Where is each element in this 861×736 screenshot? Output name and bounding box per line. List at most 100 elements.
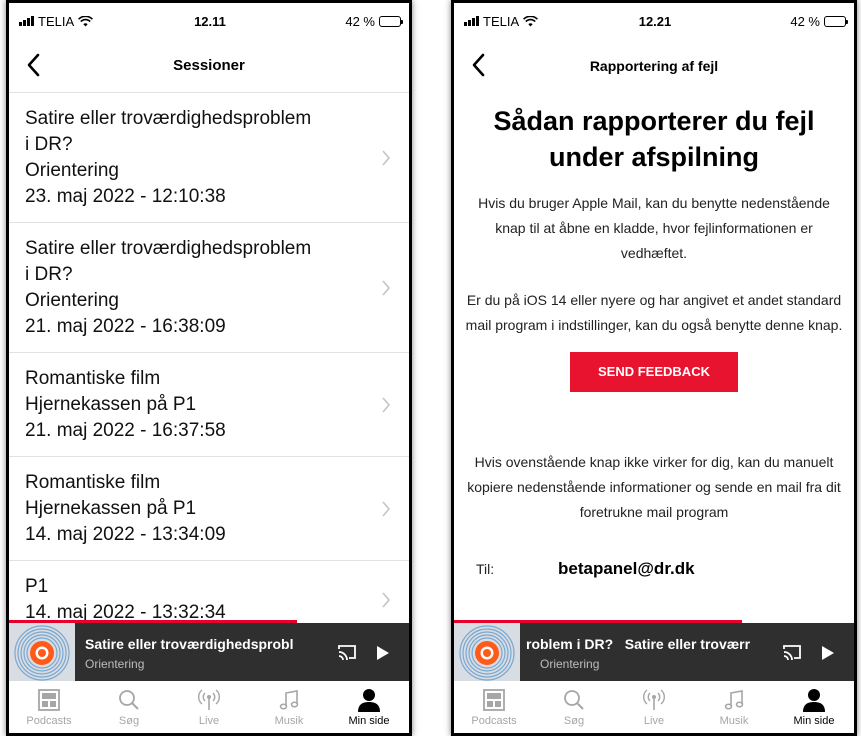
chevron-right-icon — [382, 149, 391, 166]
session-item[interactable]: Satire eller troværdighedsproblem i DR? … — [9, 223, 409, 353]
session-line: Orientering — [25, 290, 119, 311]
player-text: roblem i DR? Satire eller troværr Orient… — [520, 636, 774, 671]
signal-icon — [19, 16, 34, 26]
chevron-right-icon — [382, 279, 391, 296]
play-icon — [377, 646, 389, 660]
session-line: Hjernekassen på P1 — [25, 498, 197, 519]
session-line: Satire eller troværdighedsproblem — [25, 108, 312, 129]
session-line: Orientering — [25, 160, 119, 181]
tab-label: Søg — [118, 715, 140, 727]
podcasts-icon — [38, 689, 60, 711]
manual-instructions-paragraph: Hvis ovenstående knap ikke virker for di… — [467, 454, 841, 520]
session-item[interactable]: P1 14. maj 2022 - 13:32:34 — [9, 561, 409, 620]
sessions-screen: TELIA 12.11 42 % Sessioner Satire eller … — [9, 3, 409, 733]
person-icon — [358, 689, 380, 712]
player-title: roblem i DR? Satire eller troværr — [526, 635, 751, 652]
episode-artwork — [9, 623, 75, 683]
session-line: Satire eller troværdighedsproblem — [25, 238, 312, 259]
tab-label: Live — [198, 715, 220, 727]
wifi-icon — [523, 15, 539, 26]
tab-label: Live — [643, 715, 665, 727]
tab-podcasts[interactable]: Podcasts — [454, 681, 534, 733]
chevron-right-icon — [382, 591, 391, 608]
page-title: Rapportering af fejl — [589, 58, 719, 74]
back-chevron-icon[interactable] — [468, 52, 492, 78]
session-line: 14. maj 2022 - 13:34:09 — [25, 524, 226, 545]
session-line: Hjernekassen på P1 — [25, 394, 197, 415]
tab-bar: Podcasts Søg Live Musik Min side — [454, 681, 854, 733]
status-left: TELIA — [464, 14, 584, 29]
player-text: Satire eller troværdighedsprobl Orienter… — [75, 636, 329, 671]
battery-icon — [823, 15, 848, 27]
status-bar: TELIA 12.21 42 % — [454, 3, 854, 39]
play-icon — [822, 646, 834, 660]
session-item[interactable]: Satire eller troværdighedsproblem i DR? … — [9, 93, 409, 223]
nav-bar: Sessioner — [9, 39, 409, 93]
tab-min-side[interactable]: Min side — [774, 681, 854, 733]
play-button[interactable] — [365, 635, 401, 671]
search-icon — [564, 690, 584, 710]
session-line: i DR? — [25, 264, 73, 285]
tab-label: Min side — [793, 715, 835, 727]
chevron-right-icon — [382, 500, 391, 517]
tab-search[interactable]: Søg — [534, 681, 614, 733]
live-radio-icon — [643, 689, 665, 710]
session-line: 14. maj 2022 - 13:32:34 — [25, 602, 226, 620]
player-subtitle: Orientering — [85, 656, 145, 671]
battery-label: 42 % — [345, 13, 375, 29]
back-chevron-icon[interactable] — [23, 52, 47, 78]
session-line: 23. maj 2022 - 12:10:38 — [25, 186, 226, 207]
tab-label: Podcasts — [471, 715, 517, 727]
send-feedback-button[interactable]: SEND FEEDBACK — [570, 352, 738, 392]
report-heading: Sådan rapporterer du fejl under afspilni… — [493, 106, 815, 172]
play-button[interactable] — [810, 635, 846, 671]
mini-player[interactable]: Satire eller troværdighedsprobl Orienter… — [9, 623, 409, 683]
tab-label: Søg — [563, 715, 585, 727]
tab-label: Musik — [719, 715, 749, 727]
phone-sessions: TELIA 12.11 42 % Sessioner Satire eller … — [6, 0, 412, 736]
carrier-label: TELIA — [38, 13, 75, 29]
cast-button[interactable] — [774, 635, 810, 671]
live-radio-icon — [198, 689, 220, 710]
report-screen: TELIA 12.21 42 % Rapportering af fejl Så… — [454, 3, 854, 733]
tab-bar: Podcasts Søg Live Musik Min side — [9, 681, 409, 733]
orientering-logo-icon — [459, 625, 515, 681]
player-subtitle: Orientering — [540, 656, 600, 671]
music-note-icon — [724, 690, 744, 710]
session-item[interactable]: Romantiske film Hjernekassen på P1 21. m… — [9, 353, 409, 457]
sessions-list: Satire eller troværdighedsproblem i DR? … — [9, 93, 409, 620]
tab-music[interactable]: Musik — [694, 681, 774, 733]
tab-label: Podcasts — [26, 715, 72, 727]
podcasts-icon — [483, 689, 505, 711]
clock-label: 12.21 — [638, 13, 672, 29]
tab-music[interactable]: Musik — [249, 681, 329, 733]
tab-label: Musik — [274, 715, 304, 727]
instructions-paragraph: Hvis du bruger Apple Mail, kan du benytt… — [478, 195, 830, 261]
tab-podcasts[interactable]: Podcasts — [9, 681, 89, 733]
cast-icon — [338, 645, 356, 661]
recipient-label: Til: — [476, 561, 495, 577]
mini-player[interactable]: roblem i DR? Satire eller troværr Orient… — [454, 623, 854, 683]
session-line: Romantiske film — [25, 472, 161, 493]
tab-label: Min side — [348, 715, 390, 727]
music-note-icon — [279, 690, 299, 710]
tab-search[interactable]: Søg — [89, 681, 169, 733]
tab-min-side[interactable]: Min side — [329, 681, 409, 733]
clock-label: 12.11 — [194, 13, 226, 29]
recipient-email[interactable]: betapanel@dr.dk — [558, 559, 695, 579]
cast-icon — [783, 645, 801, 661]
battery-icon — [378, 15, 403, 27]
cast-button[interactable] — [329, 635, 365, 671]
nav-bar: Rapportering af fejl — [454, 39, 854, 93]
orientering-logo-icon — [14, 625, 70, 681]
episode-artwork — [454, 623, 520, 683]
session-item[interactable]: Romantiske film Hjernekassen på P1 14. m… — [9, 457, 409, 561]
tab-live[interactable]: Live — [169, 681, 249, 733]
person-icon — [803, 689, 825, 712]
chevron-right-icon — [382, 396, 391, 413]
session-line: i DR? — [25, 134, 73, 155]
search-icon — [119, 690, 139, 710]
status-left: TELIA — [19, 14, 139, 29]
tab-live[interactable]: Live — [614, 681, 694, 733]
recipient-row: Til: betapanel@dr.dk — [464, 559, 844, 579]
